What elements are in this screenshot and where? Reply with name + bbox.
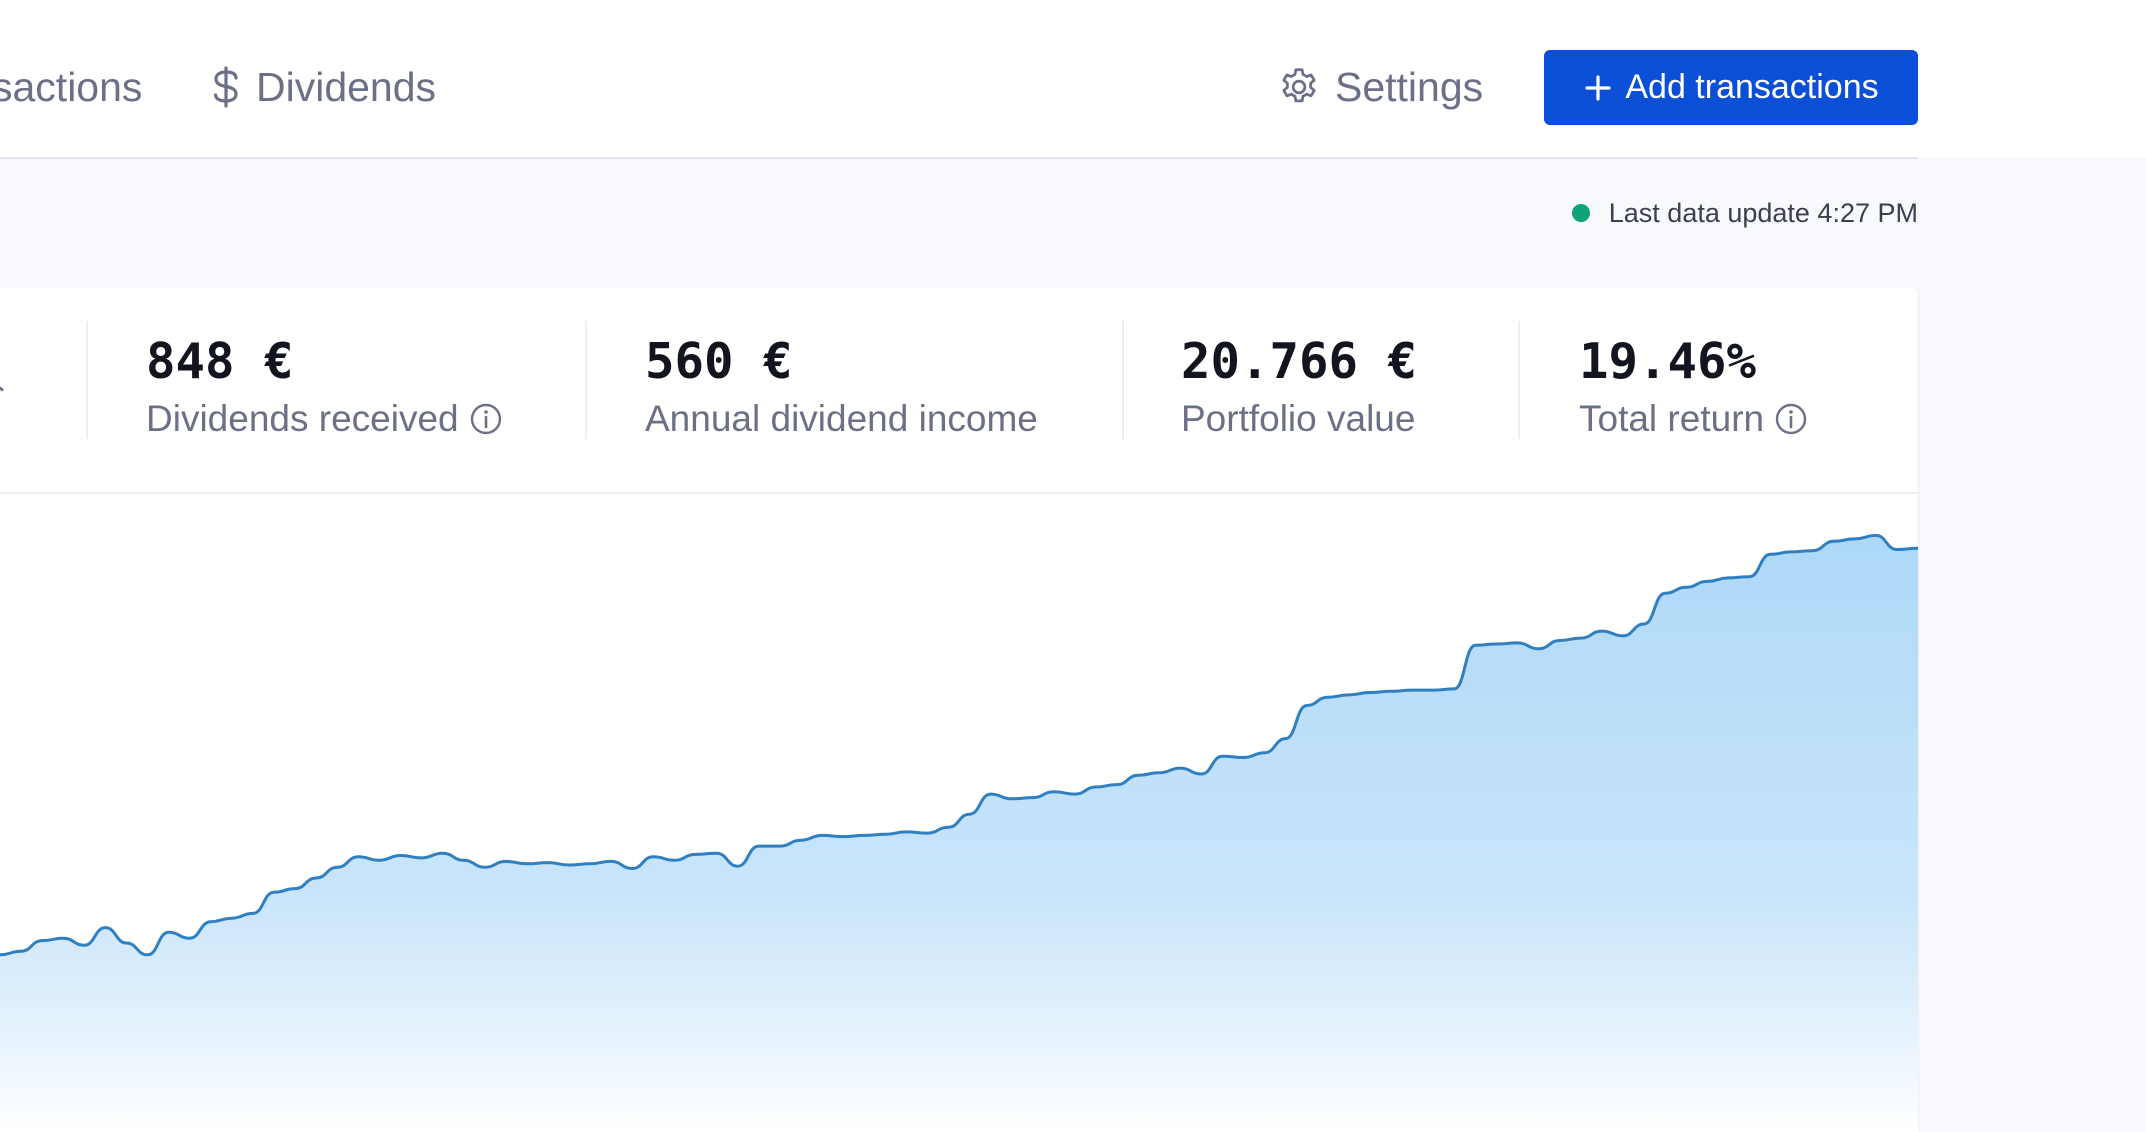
- chart-area-fill: [0, 535, 1918, 1132]
- last-update-text: Last data update 4:27 PM: [1608, 197, 1918, 228]
- nav-tab-dividends-label: Dividends: [256, 63, 437, 110]
- stat-value: 20.766 €: [1181, 333, 1418, 390]
- data-update-status: Last data update 4:27 PM: [1571, 197, 1918, 228]
- stat-label: Portfolio value: [1181, 398, 1417, 440]
- stat-value: 848 €: [146, 333, 294, 390]
- stat-label: Total return: [1579, 398, 1808, 440]
- stat-label-text: Total return: [1579, 398, 1765, 439]
- plus-icon: [1583, 73, 1613, 103]
- portfolio-chart-svg: [0, 533, 1918, 1132]
- nav-settings[interactable]: Settings: [1277, 62, 1483, 112]
- nav-settings-label: Settings: [1335, 63, 1484, 110]
- right-margin: [1918, 157, 2146, 1132]
- stat-value: 19.46%: [1579, 333, 1757, 390]
- gear-icon: [1277, 65, 1321, 109]
- info-icon[interactable]: [1774, 402, 1808, 436]
- info-icon[interactable]: [469, 402, 503, 436]
- stat-dividends-received: 848 € Dividends received: [146, 332, 503, 440]
- stat-label: Dividends received: [146, 398, 503, 440]
- stat-value: 560 €: [645, 333, 793, 390]
- stat-portfolio-value: 20.766 € Portfolio value: [1181, 332, 1417, 440]
- right-margin-top: [1918, 0, 2146, 157]
- stat-divider: [585, 321, 587, 439]
- stat-label-text: Portfolio value: [1181, 398, 1416, 439]
- nav-tab-dividends[interactable]: Dividends: [210, 62, 436, 112]
- stat-total-return: 19.46% Total return: [1579, 332, 1808, 440]
- add-transactions-button[interactable]: Add transactions: [1544, 50, 1918, 125]
- stat-divider: [1122, 321, 1124, 439]
- top-navigation-bar: sactions Dividends Settings Add transact…: [0, 0, 1918, 159]
- portfolio-value-chart: [0, 494, 1918, 1132]
- stat-annual-dividend-income: 560 € Annual dividend income: [645, 332, 1038, 440]
- portfolio-summary-card: 848 € Dividends received 560 € Annual di…: [0, 288, 1918, 1132]
- stat-divider: [86, 321, 88, 439]
- stat-label-text: Annual dividend income: [645, 398, 1038, 439]
- status-indicator-dot: [1571, 204, 1590, 222]
- nav-tab-transactions-label: sactions: [0, 63, 143, 110]
- stat-label: Annual dividend income: [645, 398, 1038, 440]
- nav-tab-transactions[interactable]: sactions: [0, 62, 142, 112]
- stats-row: 848 € Dividends received 560 € Annual di…: [0, 288, 1918, 494]
- stat-label-text: Dividends received: [146, 398, 459, 439]
- stat-divider: [1518, 321, 1520, 439]
- truncated-label-fragment: [0, 383, 4, 392]
- dollar-icon: [210, 65, 242, 109]
- add-transactions-label: Add transactions: [1625, 68, 1879, 106]
